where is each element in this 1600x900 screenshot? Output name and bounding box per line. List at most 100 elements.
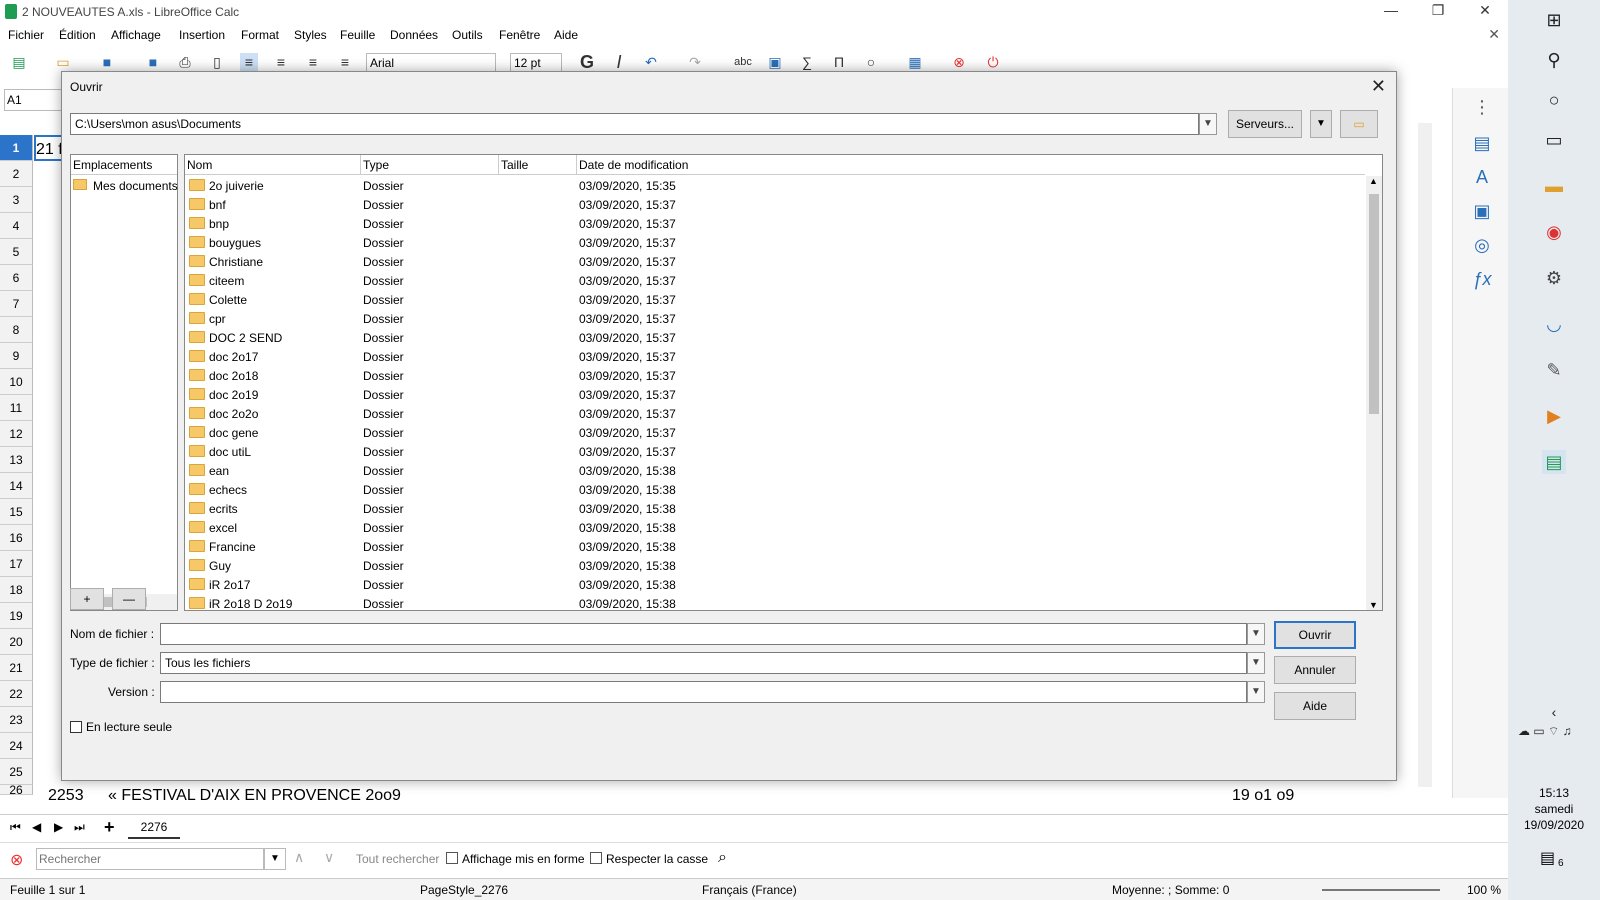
page-style[interactable]: PageStyle_2276 [420,883,508,897]
formatted-checkbox[interactable] [446,852,458,864]
new-folder-icon[interactable]: ▭ [1340,110,1378,138]
table-icon[interactable]: ▦ [906,53,924,71]
gimp-icon[interactable]: ✎ [1542,358,1566,382]
file-row[interactable]: Christiane Dossier 03/09/2020, 15:37 [185,253,1365,272]
row-header[interactable]: 25 [0,759,33,785]
column-name[interactable]: Nom [185,155,361,175]
open-folder-icon[interactable]: ▭ [54,53,72,71]
cancel-button[interactable]: Annuler [1274,656,1356,684]
name-box[interactable]: A1 [4,89,62,111]
file-row[interactable]: echecs Dossier 03/09/2020, 15:38 [185,481,1365,500]
menu-donnees[interactable]: Données [390,28,438,42]
path-dropdown-icon[interactable]: ▼ [1199,113,1217,135]
file-row[interactable]: iR 2o18 D 2o19 Dossier 03/09/2020, 15:38 [185,595,1365,610]
file-row[interactable]: bouygues Dossier 03/09/2020, 15:37 [185,234,1365,253]
redo-icon[interactable]: ↷ [686,53,704,71]
clock-day[interactable]: samedi [1508,802,1600,816]
close-find-icon[interactable]: ⊗ [10,850,23,870]
row-header[interactable]: 14 [0,473,33,499]
zoom-level[interactable]: 100 % [1467,883,1501,897]
align-right-icon[interactable]: ≡ [304,53,322,71]
file-row[interactable]: Colette Dossier 03/09/2020, 15:37 [185,291,1365,310]
filetype-dropdown-icon[interactable]: ▼ [1247,652,1265,674]
column-size[interactable]: Taille [499,155,577,175]
scroll-down-icon[interactable]: ▼ [1369,600,1378,610]
spellcheck-icon[interactable]: abc [730,53,756,71]
row-header[interactable]: 3 [0,187,33,213]
media-player-icon[interactable]: ▶ [1542,404,1566,428]
sidebar-menu-icon[interactable]: ⋮ [1471,96,1493,118]
find-all-button[interactable]: Tout rechercher [356,852,439,866]
filetype-select[interactable]: Tous les fichiers [160,652,1247,674]
file-list-scrollbar[interactable]: ▲ ▼ [1366,176,1382,610]
row-header[interactable]: 10 [0,369,33,395]
sheet-tab[interactable]: 2276 [128,815,180,839]
match-case-checkbox[interactable] [590,852,602,864]
file-row[interactable]: ecrits Dossier 03/09/2020, 15:38 [185,500,1365,519]
filename-input[interactable] [160,623,1247,645]
readonly-checkbox[interactable] [70,721,82,733]
menu-outils[interactable]: Outils [452,28,483,42]
cell-c26[interactable]: 19 o1 o9 [1232,787,1294,805]
search-icon[interactable]: ⚲ [1542,48,1566,72]
remove-place-button[interactable]: — [112,588,146,610]
place-item[interactable]: Mes documents [71,175,178,195]
styles-icon[interactable]: A [1471,166,1493,188]
row-header[interactable]: 22 [0,681,33,707]
show-hidden-icons[interactable]: ‹ [1542,700,1566,724]
row-header[interactable]: 24 [0,733,33,759]
minimize-button[interactable]: — [1376,2,1406,18]
maximize-button[interactable]: ❐ [1423,2,1453,19]
new-document-icon[interactable]: ▤ [10,53,28,71]
help-button[interactable]: Aide [1274,692,1356,720]
row-header[interactable]: 7 [0,291,33,317]
file-row[interactable]: citeem Dossier 03/09/2020, 15:37 [185,272,1365,291]
row-header[interactable]: 12 [0,421,33,447]
save-as-icon[interactable]: ■ [144,53,162,71]
dialog-close-button[interactable]: ✕ [1371,76,1386,97]
file-row[interactable]: ean Dossier 03/09/2020, 15:38 [185,462,1365,481]
cortana-icon[interactable]: ○ [1542,88,1566,112]
last-sheet-icon[interactable]: ⏭ [74,820,85,835]
menu-edition[interactable]: Édition [59,28,96,42]
row-header[interactable]: 9 [0,343,33,369]
align-center-icon[interactable]: ≡ [272,53,290,71]
file-row[interactable]: bnf Dossier 03/09/2020, 15:37 [185,196,1365,215]
row-header[interactable]: 17 [0,551,33,577]
row-header[interactable]: 4 [0,213,33,239]
print-preview-icon[interactable]: ▯ [208,53,226,71]
power-icon[interactable]: ⏻ [984,53,1002,71]
libreoffice-calc-taskbar-icon[interactable]: ▤ [1542,450,1566,474]
menu-insertion[interactable]: Insertion [179,28,225,42]
search-input[interactable] [36,848,264,870]
row-header[interactable]: 11 [0,395,33,421]
add-place-button[interactable]: + [70,588,104,610]
menu-affichage[interactable]: Affichage [111,28,161,42]
align-left-icon[interactable]: ≡ [240,53,258,71]
row-header[interactable]: 23 [0,707,33,733]
row-header[interactable]: 1 [0,135,33,161]
font-size-select[interactable]: 12 pt [510,53,562,73]
task-view-icon[interactable]: ▭ [1542,128,1566,152]
row-header[interactable]: 21 [0,655,33,681]
row-header[interactable]: 20 [0,629,33,655]
bold-button[interactable]: G [578,53,596,71]
next-sheet-icon[interactable]: ▶ [54,820,63,834]
file-row[interactable]: doc 2o17 Dossier 03/09/2020, 15:37 [185,348,1365,367]
menu-feuille[interactable]: Feuille [340,28,375,42]
menu-fenetre[interactable]: Fenêtre [499,28,540,42]
version-dropdown-icon[interactable]: ▼ [1247,681,1265,703]
file-row[interactable]: cpr Dossier 03/09/2020, 15:37 [185,310,1365,329]
prev-sheet-icon[interactable]: ◀ [32,820,41,834]
file-row[interactable]: doc gene Dossier 03/09/2020, 15:37 [185,424,1365,443]
servers-button[interactable]: Serveurs... [1228,110,1302,138]
settings-icon[interactable]: ⚙ [1542,266,1566,290]
first-sheet-icon[interactable]: ⏮ [10,820,21,835]
file-row[interactable]: bnp Dossier 03/09/2020, 15:37 [185,215,1365,234]
add-sheet-button[interactable]: + [104,817,115,838]
headphones-app-icon[interactable]: ◡ [1542,312,1566,336]
file-row[interactable]: iR 2o17 Dossier 03/09/2020, 15:38 [185,576,1365,595]
menu-fichier[interactable]: Fichier [8,28,44,42]
row-header[interactable]: 26 [0,785,33,795]
cell-a26[interactable]: 2253 [48,787,84,805]
